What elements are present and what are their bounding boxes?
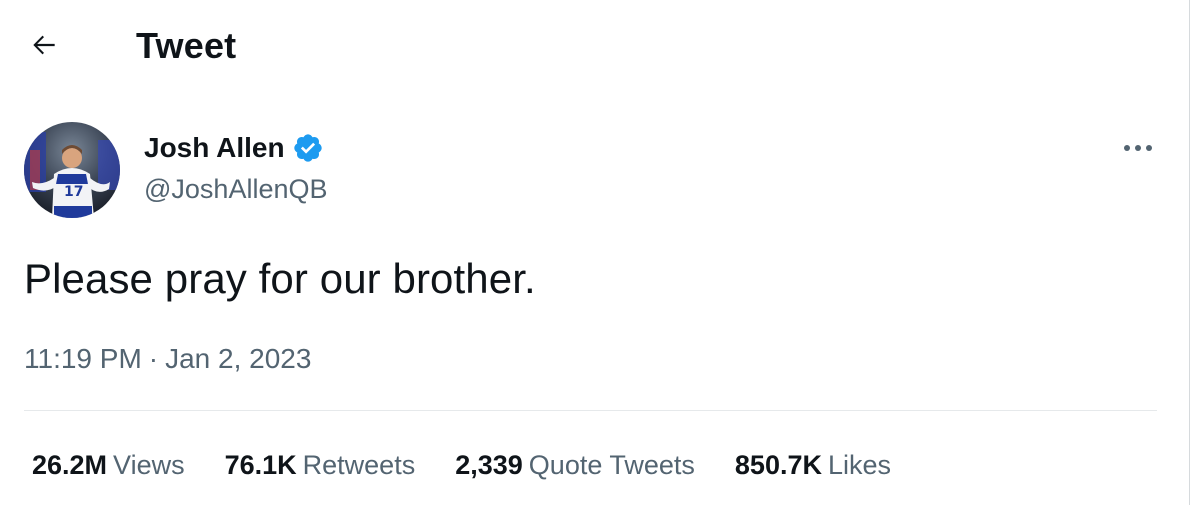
meta-separator: · — [148, 343, 159, 374]
stat-views[interactable]: 26.2M Views — [32, 446, 185, 484]
tweet-timestamp: 11:19 PM · Jan 2, 2023 — [24, 340, 311, 378]
svg-text:17: 17 — [64, 184, 83, 200]
stat-quote-tweets-label: Quote Tweets — [528, 450, 695, 480]
verified-badge-icon — [292, 132, 324, 164]
stat-retweets-label: Retweets — [302, 450, 416, 480]
stat-quote-tweets-value: 2,339 — [455, 450, 523, 480]
stat-quote-tweets[interactable]: 2,339 Quote Tweets — [455, 446, 695, 484]
stat-retweets-value: 76.1K — [224, 450, 297, 480]
tweet-date[interactable]: Jan 2, 2023 — [165, 340, 311, 378]
stat-views-value: 26.2M — [32, 450, 108, 480]
tweet-text: Please pray for our brother. — [24, 255, 536, 302]
page-title: Tweet — [136, 25, 237, 66]
author-handle[interactable]: @JoshAllenQB — [144, 169, 328, 209]
arrow-left-icon — [33, 35, 55, 55]
avatar[interactable]: 17 — [24, 122, 120, 218]
divider — [24, 410, 1157, 411]
panel-border — [1189, 0, 1190, 505]
stat-likes-value: 850.7K — [734, 450, 822, 480]
stat-views-label: Views — [113, 450, 185, 480]
avatar-image: 17 — [24, 122, 120, 218]
tweet-time[interactable]: 11:19 PM — [24, 340, 142, 378]
stat-retweets[interactable]: 76.1K Retweets — [225, 446, 416, 484]
back-button[interactable] — [22, 26, 66, 64]
author-name-row[interactable]: Josh Allen — [144, 128, 324, 168]
tweet-stats: 26.2M Views 76.1K Retweets 2,339 Quote Twee… — [32, 446, 931, 484]
tweet-page: Tweet 17 Josh Allen @JoshAllenQB Please … — [0, 0, 1192, 505]
stat-likes-label: Likes — [827, 450, 892, 480]
author-name: Josh Allen — [144, 132, 285, 163]
stat-likes[interactable]: 850.7K Likes — [735, 446, 891, 484]
more-dots-icon — [1124, 145, 1152, 151]
more-options-button[interactable] — [1118, 132, 1158, 164]
